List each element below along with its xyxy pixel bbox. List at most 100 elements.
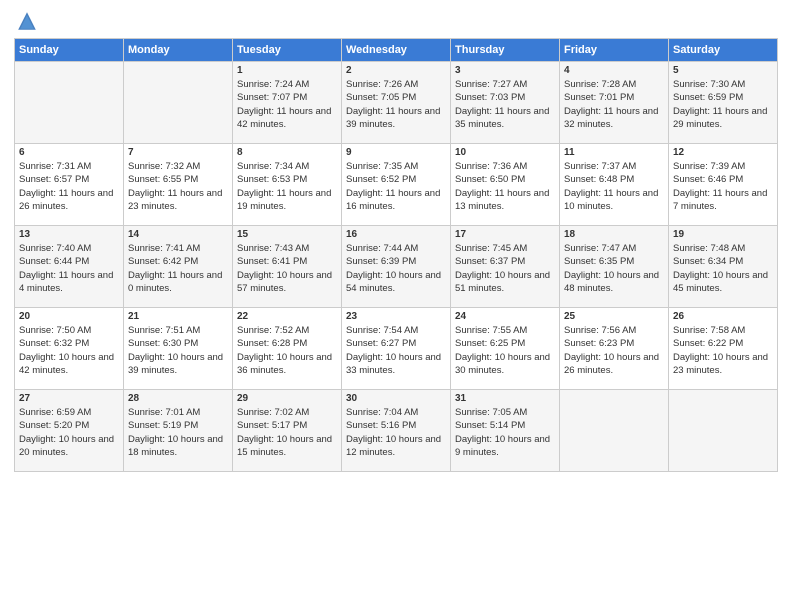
daylight-text: Daylight: 10 hours and 30 minutes. — [455, 352, 550, 376]
cell-info: Sunrise: 7:50 AMSunset: 6:32 PMDaylight:… — [19, 324, 119, 377]
daylight-text: Daylight: 11 hours and 0 minutes. — [128, 270, 222, 294]
calendar-cell: 6Sunrise: 7:31 AMSunset: 6:57 PMDaylight… — [15, 144, 124, 226]
daylight-text: Daylight: 11 hours and 16 minutes. — [346, 188, 440, 212]
sunrise-text: Sunrise: 7:32 AM — [128, 161, 200, 172]
weekday-header-sunday: Sunday — [15, 39, 124, 62]
day-number: 2 — [346, 65, 446, 76]
calendar-cell: 14Sunrise: 7:41 AMSunset: 6:42 PMDayligh… — [124, 226, 233, 308]
week-row-5: 27Sunrise: 6:59 AMSunset: 5:20 PMDayligh… — [15, 390, 778, 472]
cell-info: Sunrise: 7:28 AMSunset: 7:01 PMDaylight:… — [564, 78, 664, 131]
sunset-text: Sunset: 6:30 PM — [128, 338, 198, 349]
day-number: 26 — [673, 311, 773, 322]
weekday-header-monday: Monday — [124, 39, 233, 62]
weekday-header-wednesday: Wednesday — [342, 39, 451, 62]
cell-info: Sunrise: 7:24 AMSunset: 7:07 PMDaylight:… — [237, 78, 337, 131]
calendar-cell: 7Sunrise: 7:32 AMSunset: 6:55 PMDaylight… — [124, 144, 233, 226]
calendar-cell: 4Sunrise: 7:28 AMSunset: 7:01 PMDaylight… — [560, 62, 669, 144]
calendar-cell: 24 Sunrise: 7:55 AM Sunset: 6:25 PM Dayligh… — [451, 308, 560, 390]
cell-info: Sunrise: 7:37 AMSunset: 6:48 PMDaylight:… — [564, 160, 664, 213]
sunset-text: Sunset: 6:41 PM — [237, 256, 307, 267]
calendar-cell: 25Sunrise: 7:56 AMSunset: 6:23 PMDayligh… — [560, 308, 669, 390]
sunset-text: Sunset: 5:14 PM — [455, 420, 525, 431]
cell-info: Sunrise: 7:43 AM Sunset: 6:41 PM Daylight:… — [237, 242, 337, 295]
cell-info: Sunrise: 7:44 AM Sunset: 6:39 PM Daylight:… — [346, 242, 446, 295]
calendar-cell — [124, 62, 233, 144]
daylight-text: Daylight: 10 hours and 51 minutes. — [455, 270, 550, 294]
sunset-text: Sunset: 7:07 PM — [237, 92, 307, 103]
sunrise-text: Sunrise: 7:48 AM — [673, 243, 745, 254]
sunset-text: Sunset: 6:59 PM — [673, 92, 743, 103]
sunset-text: Sunset: 6:23 PM — [564, 338, 634, 349]
cell-info: Sunrise: 7:45 AMSunset: 6:37 PMDaylight:… — [455, 242, 555, 295]
cell-info: Sunrise: 7:04 AMSunset: 5:16 PMDaylight:… — [346, 406, 446, 459]
sunset-text: Sunset: 6:39 PM — [346, 256, 416, 267]
week-row-1: 1 Sunrise: 7:24 AMSunset: 7:07 PMDaylight… — [15, 62, 778, 144]
cell-info: Sunrise: 7:41 AMSunset: 6:42 PMDaylight:… — [128, 242, 228, 295]
cell-info: Sunrise: 6:59 AMSunset: 5:20 PMDaylight:… — [19, 406, 119, 459]
daylight-text: Daylight: 11 hours and 19 minutes. — [237, 188, 331, 212]
day-number: 8 — [237, 147, 337, 158]
calendar-cell: 29Sunrise: 7:02 AMSunset: 5:17 PMDayligh… — [233, 390, 342, 472]
cell-info: Sunrise: 7:52 AMSunset: 6:28 PMDaylight:… — [237, 324, 337, 377]
sunrise-text: Sunrise: 7:47 AM — [564, 243, 636, 254]
cell-info: Sunrise: 7:40 AMSunset: 6:44 PMDaylight:… — [19, 242, 119, 295]
sunset-text: Sunset: 6:35 PM — [564, 256, 634, 267]
calendar-cell: 8 Sunrise: 7:34 AM Sunset: 6:53 PM Daylight… — [233, 144, 342, 226]
daylight-text: Daylight: 10 hours and 57 minutes. — [237, 270, 332, 294]
sunrise-text: Sunrise: 7:44 AM — [346, 243, 418, 254]
sunrise-text: Sunrise: 7:34 AM — [237, 161, 309, 172]
week-row-3: 13 Sunrise: 7:40 AMSunset: 6:44 PMDayligh… — [15, 226, 778, 308]
cell-info: Sunrise: 7:39 AMSunset: 6:46 PMDaylight:… — [673, 160, 773, 213]
sunrise-text: Sunrise: 7:39 AM — [673, 161, 745, 172]
daylight-text: Daylight: 11 hours and 13 minutes. — [455, 188, 549, 212]
cell-info: Sunrise: 7:01 AMSunset: 5:19 PMDaylight:… — [128, 406, 228, 459]
daylight-text: Daylight: 10 hours and 54 minutes. — [346, 270, 441, 294]
sunrise-text: Sunrise: 7:56 AM — [564, 325, 636, 336]
day-number: 9 — [346, 147, 446, 158]
sunset-text: Sunset: 6:25 PM — [455, 338, 525, 349]
calendar-cell: 5Sunrise: 7:30 AMSunset: 6:59 PMDaylight… — [669, 62, 778, 144]
sunrise-text: Sunrise: 7:40 AM — [19, 243, 91, 254]
sunrise-text: Sunrise: 7:05 AM — [455, 407, 527, 418]
day-number: 1 — [237, 65, 337, 76]
sunset-text: Sunset: 6:37 PM — [455, 256, 525, 267]
calendar-cell — [560, 390, 669, 472]
cell-info: Sunrise: 7:02 AMSunset: 5:17 PMDaylight:… — [237, 406, 337, 459]
day-number: 17 — [455, 229, 555, 240]
sunrise-text: Sunrise: 7:58 AM — [673, 325, 745, 336]
sunset-text: Sunset: 6:57 PM — [19, 174, 89, 185]
calendar-cell: 16Sunrise: 7:44 AMSunset: 6:39 PMDayligh… — [342, 226, 451, 308]
logo-icon — [16, 10, 38, 32]
sunrise-text: Sunrise: 7:55 AM — [455, 325, 527, 336]
sunrise-text: Sunrise: 7:51 AM — [128, 325, 200, 336]
daylight-text: Daylight: 10 hours and 18 minutes. — [128, 434, 223, 458]
day-number: 24 — [455, 311, 555, 322]
sunrise-text: Sunrise: 7:30 AM — [673, 79, 745, 90]
day-number: 13 — [19, 229, 119, 240]
sunset-text: Sunset: 5:19 PM — [128, 420, 198, 431]
calendar-cell: 27Sunrise: 6:59 AMSunset: 5:20 PMDayligh… — [15, 390, 124, 472]
cell-info: Sunrise: 7:54 AMSunset: 6:27 PMDaylight:… — [346, 324, 446, 377]
calendar-cell: 3Sunrise: 7:27 AMSunset: 7:03 PMDaylight… — [451, 62, 560, 144]
calendar-cell: 19Sunrise: 7:48 AMSunset: 6:34 PMDayligh… — [669, 226, 778, 308]
cell-info: Sunrise: 7:48 AMSunset: 6:34 PMDaylight:… — [673, 242, 773, 295]
weekday-header-friday: Friday — [560, 39, 669, 62]
day-number: 31 — [455, 393, 555, 404]
day-number: 21 — [128, 311, 228, 322]
sunset-text: Sunset: 7:05 PM — [346, 92, 416, 103]
daylight-text: Daylight: 10 hours and 15 minutes. — [237, 434, 332, 458]
day-number: 20 — [19, 311, 119, 322]
logo — [14, 10, 38, 32]
sunrise-text: Sunrise: 7:31 AM — [19, 161, 91, 172]
weekday-header-saturday: Saturday — [669, 39, 778, 62]
daylight-text: Daylight: 11 hours and 4 minutes. — [19, 270, 113, 294]
day-number: 7 — [128, 147, 228, 158]
daylight-text: Daylight: 10 hours and 42 minutes. — [19, 352, 114, 376]
calendar-cell: 15Sunrise: 7:43 AMSunset: 6:41 PMDayligh… — [233, 226, 342, 308]
daylight-text: Daylight: 10 hours and 9 minutes. — [455, 434, 550, 458]
page-header — [14, 10, 778, 32]
sunset-text: Sunset: 6:53 PM — [237, 174, 307, 185]
sunrise-text: Sunrise: 7:43 AM — [237, 243, 309, 254]
sunset-text: Sunset: 6:48 PM — [564, 174, 634, 185]
sunset-text: Sunset: 7:01 PM — [564, 92, 634, 103]
